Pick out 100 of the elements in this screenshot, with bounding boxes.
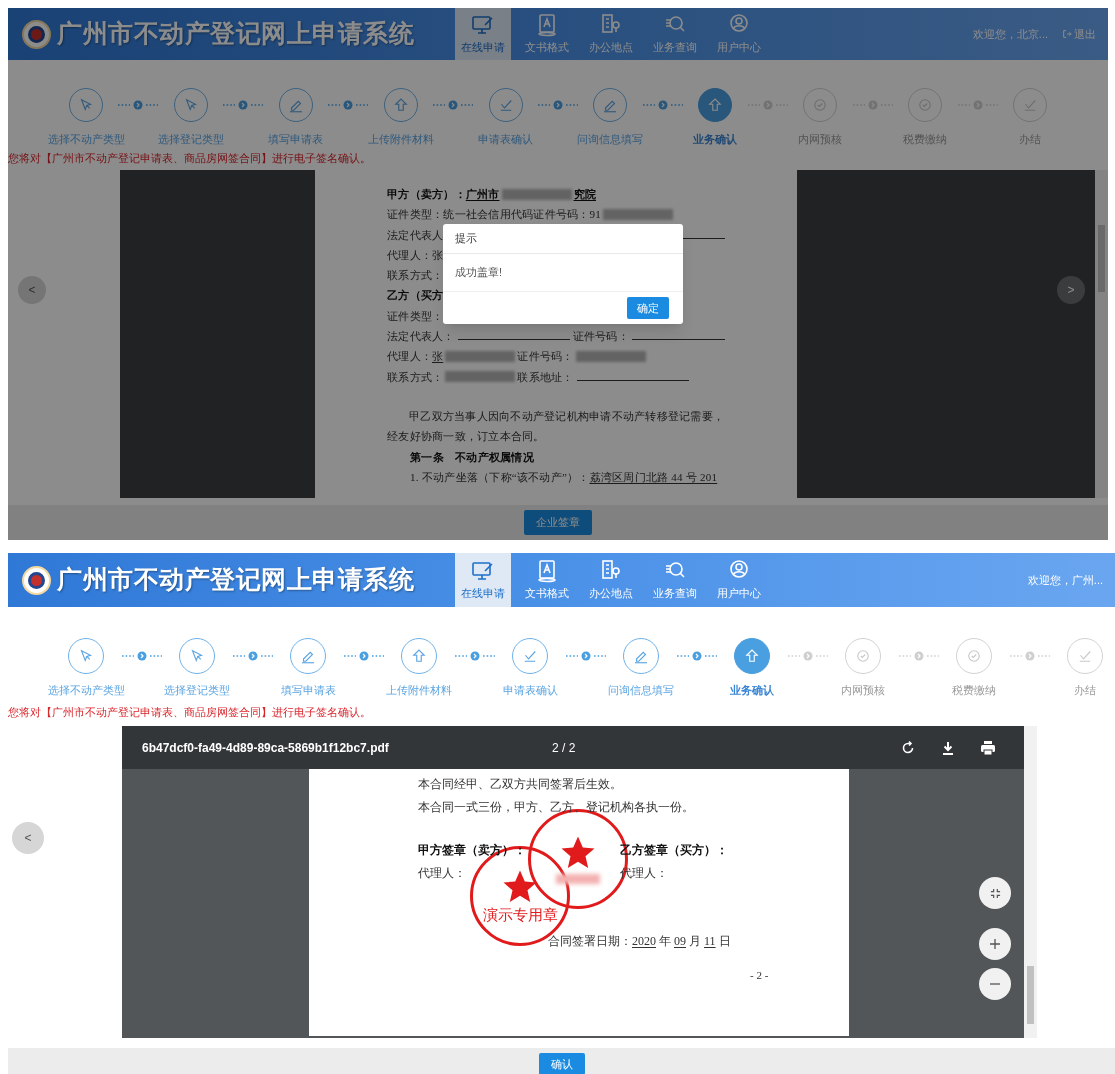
redaction-blur [501, 188, 572, 200]
document-text: 1. 不动产坐落（下称“该不动产”）： [410, 469, 590, 485]
document-paragraph: 甲乙双方当事人因向不动产登记机构申请不动产转移登记需要，经友好协商一致，订立本合同。 [387, 408, 725, 445]
download-icon[interactable] [940, 739, 956, 756]
redaction-blur [575, 351, 646, 362]
redaction-blur [556, 873, 600, 884]
underlined-text: 荔湾区周门北路 44 号 201 [589, 469, 718, 485]
step-label: 选择登记类型 [157, 133, 224, 145]
step-label: 上传附件材料 [386, 684, 452, 696]
nav-tab[interactable]: 用户中心 [711, 553, 767, 607]
step-connector [955, 100, 1000, 110]
step-label: 问询信息填写 [577, 133, 644, 145]
agent-label: 代理人： [418, 865, 466, 882]
confirm-button[interactable]: 确认 [538, 1053, 585, 1074]
step-label: 填写申请表 [268, 133, 324, 145]
underlined-text: 张 [432, 349, 444, 365]
document-text: 联系方式： [387, 369, 444, 385]
document-text: 证件号码： [572, 329, 629, 345]
previous-button[interactable]: < [18, 276, 46, 304]
document-text: 联系方式： [387, 268, 444, 284]
welcome-text: 欢迎您，北京... [972, 26, 1048, 42]
check-circle-icon [965, 647, 983, 665]
nav-tab[interactable]: 文书格式 [519, 553, 575, 607]
step-connector [640, 100, 685, 110]
document-text: 代理人： [387, 349, 432, 365]
step-connector [785, 651, 830, 661]
dialog-title: 提示 [455, 231, 477, 247]
step-connector [896, 651, 941, 661]
zoom-in-button[interactable] [979, 928, 1011, 960]
notice-text: 您将对【广州市不动产登记申请表、商品房网签合同】进行电子签名确认。 [8, 152, 371, 165]
step-connector [563, 651, 608, 661]
nav-tab[interactable]: 在线申请 [455, 8, 511, 60]
step-connector [536, 100, 580, 110]
scrollbar[interactable] [1024, 726, 1037, 1038]
step-label: 选择不动产类型 [47, 684, 125, 696]
document-text: 甲方（卖方）： [387, 187, 466, 202]
fit-page-button[interactable] [979, 877, 1011, 909]
nav-tab[interactable]: 在线申请 [455, 553, 511, 607]
document-text: 日 [717, 933, 731, 950]
step-label: 申请表确认 [502, 684, 558, 696]
document-text: 乙方（买方 [387, 288, 444, 304]
welcome-text: 欢迎您，广州... [1027, 572, 1103, 588]
seal-text: 演示专用章 [482, 907, 558, 923]
dialog-message: 成功盖章! [455, 265, 503, 281]
redaction-blur [445, 371, 516, 383]
underlined-text: 广州市 [465, 187, 500, 202]
document-text: 统一社会信用代码证件号码：91 [443, 207, 601, 223]
step-connector [119, 651, 164, 661]
confirm-button[interactable]: 企业签章 [524, 510, 592, 535]
nav-tab[interactable]: 文书格式 [519, 8, 575, 60]
document-text: 法定代表人 [387, 227, 444, 243]
upload-icon [410, 647, 428, 665]
notice-text: 您将对【广州市不动产登记申请表、商品房网签合同】进行电子签名确认。 [8, 706, 371, 719]
step-connector [431, 100, 476, 110]
step-connector [116, 100, 161, 110]
previous-button[interactable]: < [12, 822, 44, 854]
step-label: 申请表确认 [478, 133, 534, 145]
step-label: 办结 [1074, 684, 1096, 696]
next-button[interactable]: > [1057, 276, 1085, 304]
ok-button[interactable]: 确定 [627, 297, 669, 319]
redaction-blur [603, 208, 673, 220]
step-connector [1007, 651, 1052, 661]
step-label: 业务确认 [730, 684, 774, 696]
step-label: 业务确认 [693, 133, 738, 145]
step-connector [745, 100, 790, 110]
document-text: 年 [658, 933, 672, 950]
file-name: 6b47dcf0-fa49-4d89-89ca-5869b1f12bc7.pdf [142, 739, 390, 757]
document-text: 本合同经甲、乙双方共同签署后生效。 [418, 776, 622, 793]
page-counter: 2 / 2 [552, 739, 576, 757]
step-label: 选择不动产类型 [47, 133, 125, 145]
nav-tab[interactable]: 办公地点 [583, 553, 639, 607]
step-connector [674, 651, 719, 661]
print-icon[interactable] [980, 739, 996, 756]
step-connector [850, 100, 895, 110]
nav-tab[interactable]: 业务查询 [647, 553, 703, 607]
upload-icon [743, 647, 761, 665]
step-label: 内网预核 [841, 684, 885, 696]
step-label: 选择登记类型 [164, 684, 230, 696]
page-number: - 2 - [750, 968, 770, 983]
nav-tab[interactable]: 业务查询 [647, 8, 703, 60]
underlined-text: 2020 [632, 933, 656, 950]
nav-tab[interactable]: 办公地点 [583, 8, 639, 60]
step-connector [452, 651, 497, 661]
logout-link[interactable]: 退出 [1062, 25, 1096, 43]
document-text: 联系地址： [517, 369, 574, 385]
document-text: 法定代表人： [387, 329, 455, 345]
underlined-text: 11 [704, 933, 716, 950]
zoom-out-button[interactable] [979, 968, 1011, 1000]
document-text: 合同签署日期： [548, 933, 632, 950]
exit-icon [1062, 29, 1072, 39]
document-icon [535, 12, 559, 37]
scrollbar[interactable] [1095, 170, 1108, 498]
underlined-text: 09 [674, 933, 686, 950]
nav-tab[interactable]: 用户中心 [711, 8, 767, 60]
redaction-blur [445, 351, 516, 362]
plus-icon [989, 938, 1001, 950]
step-connector [221, 100, 266, 110]
document-text: 月 [688, 933, 702, 950]
rotate-icon[interactable] [900, 739, 916, 756]
document-text: 证件号码： [517, 349, 574, 365]
